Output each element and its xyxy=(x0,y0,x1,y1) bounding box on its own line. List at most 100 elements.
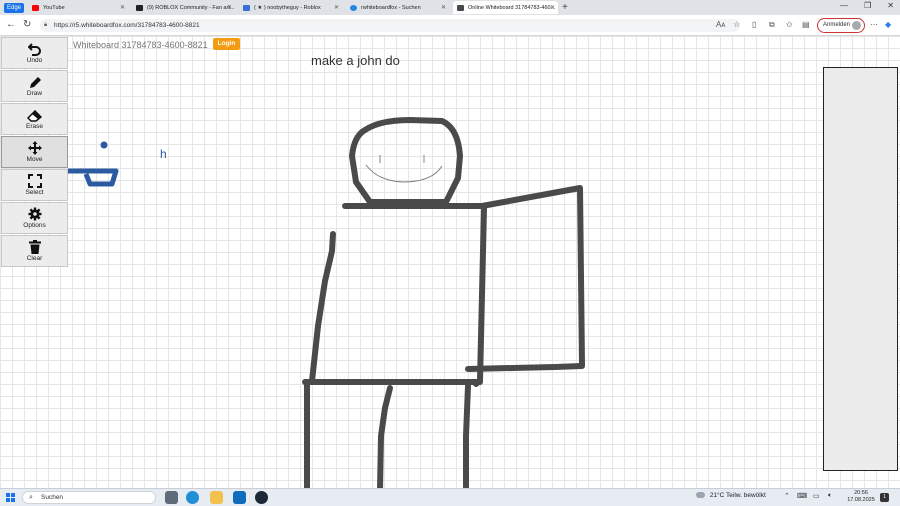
tab-youtube[interactable]: YouTube ✕ xyxy=(28,1,128,14)
url-text: https://r5.whiteboardfox.com/31784783-46… xyxy=(54,22,200,29)
language-icon[interactable]: ⌨ xyxy=(797,492,807,500)
extensions-icon[interactable]: ⧉ xyxy=(769,20,775,30)
network-icon[interactable]: ▭ xyxy=(813,492,820,500)
task-view-icon[interactable] xyxy=(165,491,178,504)
tool-label: Clear xyxy=(26,255,43,262)
notification-badge[interactable]: 1 xyxy=(880,493,889,502)
clock-time: 20:56 xyxy=(854,490,868,496)
search-icon: ⌕ xyxy=(29,494,33,501)
move-button[interactable]: Move xyxy=(1,136,68,168)
lock-icon: 🔒︎ xyxy=(44,22,48,28)
undo-icon xyxy=(27,43,41,56)
close-icon[interactable]: ✕ xyxy=(334,4,339,11)
new-tab-button[interactable]: + xyxy=(562,2,568,13)
bing-search-icon xyxy=(350,4,358,11)
system-clock[interactable]: 20:56 17.08.2025 xyxy=(846,490,876,504)
tab-roblox-community[interactable]: (9) ROBLOX Community - Fan art... ✕ xyxy=(132,1,235,14)
tab-title: YouTube xyxy=(43,4,65,11)
windows-taskbar: ⌕ Suchen 21°C Teilw. bewölkt ⌃ ⌨ ▭ 🔈︎ 20… xyxy=(0,488,900,506)
leg-right-stroke xyxy=(463,383,471,488)
body-right-stroke xyxy=(473,205,487,387)
split-screen-icon[interactable]: ▯ xyxy=(752,20,756,30)
roblox-profile-icon xyxy=(243,4,251,11)
file-explorer-icon[interactable] xyxy=(210,491,223,504)
clock-date: 17.08.2025 xyxy=(847,497,875,503)
tool-label: Options xyxy=(23,222,46,229)
roblox-icon xyxy=(136,4,144,11)
search-label: Suchen xyxy=(41,494,64,501)
signin-label: Anmelden xyxy=(823,22,851,28)
clear-button[interactable]: Clear xyxy=(1,235,68,267)
tab-title: ( ★ ) noobytheguy - Roblox xyxy=(254,4,321,11)
favorites-icon[interactable]: ✩ xyxy=(786,20,793,30)
options-button[interactable]: Options xyxy=(1,202,68,234)
head-stroke xyxy=(349,117,463,205)
maximize-button[interactable]: ❐ xyxy=(864,1,871,10)
tab-whiteboard[interactable]: Online Whiteboard 31784783-460... ✕ xyxy=(453,1,559,14)
erase-button[interactable]: Erase xyxy=(1,103,68,135)
minimize-button[interactable]: — xyxy=(840,1,848,10)
close-icon[interactable]: ✕ xyxy=(550,4,555,11)
select-button[interactable]: Select xyxy=(1,169,68,201)
weather-widget[interactable]: 21°C Teilw. bewölkt xyxy=(696,492,766,499)
taskbar-search-field[interactable]: ⌕ Suchen xyxy=(22,491,156,504)
blue-hook-stroke xyxy=(68,168,119,187)
cloud-icon xyxy=(696,492,705,499)
text-note-make[interactable]: make a john do xyxy=(311,53,400,68)
board-title: Whiteboard 31784783-4600-8821 xyxy=(73,40,208,50)
tab-title: rwhiteboardfox - Suchen xyxy=(361,4,421,11)
whiteboard-icon xyxy=(457,4,465,11)
back-arrow-icon[interactable]: ← xyxy=(6,19,16,31)
tool-label: Move xyxy=(26,156,43,163)
trash-icon xyxy=(28,240,41,254)
read-aloud-icon[interactable]: Aᴀ xyxy=(716,20,725,30)
undo-button[interactable]: Undo xyxy=(1,37,68,69)
tab-search[interactable]: rwhiteboardfox - Suchen ✕ xyxy=(346,1,449,14)
collections-icon[interactable]: ▤ xyxy=(802,20,810,30)
leg-left-inner-stroke xyxy=(377,385,393,488)
close-icon[interactable]: ✕ xyxy=(120,4,125,11)
signin-button[interactable]: Anmelden xyxy=(817,18,865,33)
close-window-button[interactable]: ✕ xyxy=(887,1,894,10)
eraser-icon xyxy=(27,110,42,122)
chevron-up-icon[interactable]: ⌃ xyxy=(784,492,790,500)
favorite-star-icon[interactable]: ☆ xyxy=(733,20,740,30)
smile-stroke xyxy=(365,164,443,183)
tool-label: Draw xyxy=(26,90,43,97)
close-icon[interactable]: ✕ xyxy=(441,4,446,11)
more-menu-icon[interactable]: ⋯ xyxy=(870,20,878,30)
select-icon xyxy=(27,174,42,188)
gear-icon xyxy=(28,207,41,221)
tool-label: Undo xyxy=(26,57,43,64)
whiteboard-canvas[interactable]: Undo Draw Erase Move Select Options Clea… xyxy=(0,36,900,488)
weather-desc: Teilw. bewölkt xyxy=(726,492,766,499)
body-left-stroke xyxy=(309,231,336,384)
whiteboard-toolbar: Undo Draw Erase Move Select Options Clea… xyxy=(1,37,68,268)
text-note-h[interactable]: h xyxy=(160,147,167,161)
edge-icon[interactable] xyxy=(186,491,199,504)
address-bar: ← ↻ 🔒︎ https://r5.whiteboardfox.com/3178… xyxy=(0,15,900,36)
tab-title: Online Whiteboard 31784783-460... xyxy=(468,4,556,11)
tool-label: Select xyxy=(25,189,44,196)
refresh-icon[interactable]: ↻ xyxy=(23,19,31,31)
login-button[interactable]: Login xyxy=(213,38,240,50)
tab-roblox-profile[interactable]: ( ★ ) noobytheguy - Roblox ✕ xyxy=(239,1,342,14)
url-field[interactable]: 🔒︎ https://r5.whiteboardfox.com/31784783… xyxy=(40,19,740,32)
move-icon xyxy=(27,141,42,155)
volume-icon[interactable]: 🔈︎ xyxy=(828,492,832,500)
weather-temp: 21°C xyxy=(709,492,725,499)
edge-badge[interactable]: Edge xyxy=(4,2,25,13)
close-icon[interactable]: ✕ xyxy=(227,4,232,11)
blue-dot-stroke xyxy=(100,141,108,149)
youtube-icon xyxy=(32,4,40,11)
draw-button[interactable]: Draw xyxy=(1,70,68,102)
copilot-icon[interactable]: ◆ xyxy=(885,20,891,30)
avatar xyxy=(852,21,861,30)
window-controls: — ❐ ✕ xyxy=(840,1,894,10)
right-side-panel xyxy=(823,67,898,471)
browser-tab-strip: Edge YouTube ✕ (9) ROBLOX Community - Fa… xyxy=(0,0,900,15)
outlook-icon[interactable] xyxy=(233,491,246,504)
steam-icon[interactable] xyxy=(255,491,268,504)
tab-title: (9) ROBLOX Community - Fan art... xyxy=(147,4,235,11)
windows-start-icon[interactable] xyxy=(6,493,15,502)
